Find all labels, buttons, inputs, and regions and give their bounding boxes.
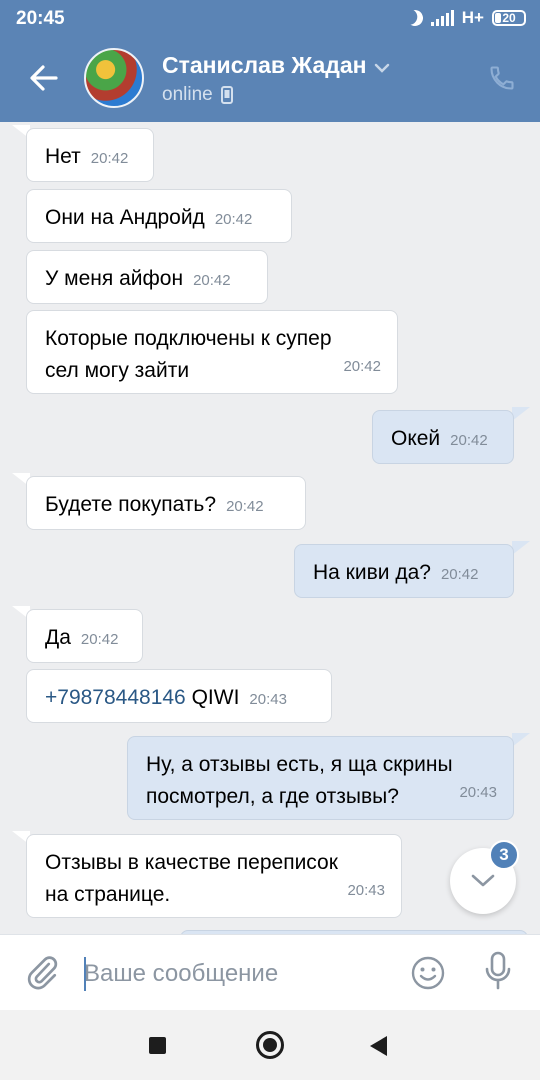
incoming-message[interactable]: У меня айфон 20:42 (26, 250, 268, 304)
incoming-message[interactable]: Будете покупать? 20:42 (26, 476, 306, 530)
message-text: QIWI (191, 686, 240, 709)
contact-name[interactable]: Станислав Жадан (162, 52, 367, 79)
message-text: Они на Андройд (45, 206, 205, 229)
message-text: На киви да? (313, 561, 431, 584)
status-bar: 20:45 H+ 20 (0, 0, 540, 36)
emoji-icon[interactable] (410, 955, 446, 996)
status-icons: H+ 20 (407, 8, 526, 28)
bubble-tail (512, 733, 530, 747)
message-text: Будете покупать? (45, 493, 217, 516)
mobile-device-icon (220, 86, 233, 104)
message-text-line: посмотрел, а где отзывы? (146, 785, 399, 808)
message-text: Да (45, 626, 71, 649)
avatar[interactable] (84, 48, 144, 108)
message-text-line: Отзывы в качестве переписок (45, 851, 338, 874)
battery-level: 20 (502, 11, 516, 25)
unread-badge: 3 (489, 840, 519, 870)
chevron-down-icon (471, 874, 495, 887)
message-time: 20:42 (80, 631, 119, 648)
home-button-icon[interactable] (256, 1031, 284, 1059)
network-type: H+ (461, 8, 484, 27)
do-not-disturb-icon (405, 8, 426, 29)
message-list[interactable]: Нет 20:42 Они на Андройд 20:42 У меня айфо… (0, 122, 540, 934)
bubble-tail (512, 407, 530, 421)
message-time: 20:43 (249, 691, 287, 708)
back-arrow-icon[interactable] (26, 60, 62, 96)
recents-button-icon[interactable] (149, 1037, 166, 1054)
paperclip-icon[interactable] (24, 953, 60, 998)
message-text-line: сел могу зайти (45, 359, 190, 382)
message-time: 20:42 (214, 211, 253, 228)
outgoing-message[interactable]: Ну, а отзывы есть, я ща скрины посмотрел… (127, 736, 514, 820)
system-navigation-bar (0, 1010, 540, 1080)
incoming-message[interactable]: Они на Андройд 20:42 (26, 189, 292, 243)
battery-icon: 20 (492, 10, 526, 26)
message-time: 20:42 (226, 498, 264, 515)
message-time: 20:43 (347, 882, 385, 899)
incoming-message[interactable]: Отзывы в качестве переписок на странице.… (26, 834, 402, 918)
chat-header: Станислав Жадан online (0, 36, 540, 122)
message-time: 20:43 (459, 784, 497, 801)
message-text-line: Которые подключены к супер (45, 327, 332, 350)
message-time: 20:42 (450, 432, 488, 449)
message-time: 20:42 (193, 272, 231, 289)
phone-icon[interactable] (488, 64, 516, 97)
message-text-line: Ну, а отзывы есть, я ща скрины (146, 753, 453, 776)
incoming-message[interactable]: Да 20:42 (26, 609, 143, 663)
message-time: 20:42 (440, 566, 479, 583)
phone-link[interactable]: +79878448146 (45, 686, 186, 709)
status-time: 20:45 (16, 8, 65, 29)
message-text: Нет (45, 145, 81, 168)
incoming-message[interactable]: +79878448146 QIWI 20:43 (26, 669, 332, 723)
message-input[interactable] (82, 953, 386, 995)
outgoing-message[interactable]: На киви да? 20:42 (294, 544, 514, 598)
message-time: 20:42 (343, 358, 381, 375)
outgoing-message[interactable]: Окей 20:42 (372, 410, 514, 464)
message-composer (0, 934, 540, 1010)
message-text-line: на странице. (45, 883, 171, 906)
microphone-icon[interactable] (484, 951, 512, 996)
signal-icon (430, 10, 454, 26)
message-time: 20:42 (90, 150, 129, 167)
back-button-icon[interactable] (370, 1036, 387, 1056)
message-text: У меня айфон (45, 267, 184, 290)
chevron-down-icon[interactable] (374, 60, 390, 78)
online-status: online (162, 84, 213, 105)
bubble-tail (512, 541, 530, 555)
incoming-message[interactable]: Нет 20:42 (26, 128, 154, 182)
message-text: Окей (391, 427, 441, 450)
incoming-message[interactable]: Которые подключены к супер сел могу зайт… (26, 310, 398, 394)
contact-status: online (162, 84, 233, 106)
